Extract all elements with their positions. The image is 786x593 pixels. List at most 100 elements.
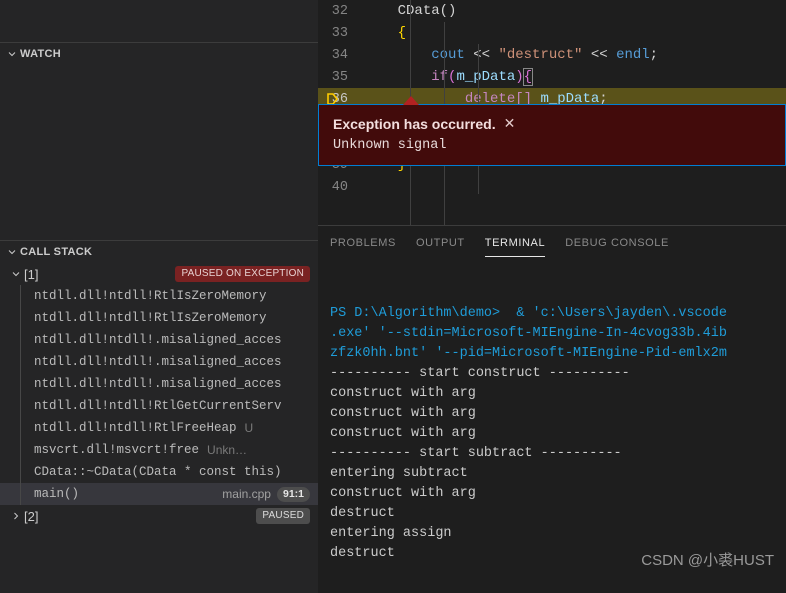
- terminal-line: construct with arg: [330, 484, 786, 504]
- call-stack-frame[interactable]: ntdll.dll!ntdll!RtlGetCurrentServ: [0, 395, 318, 417]
- call-stack-frames: ntdll.dll!ntdll!RtlIsZeroMemory ntdll.dll…: [0, 285, 318, 505]
- line-number: 35: [318, 70, 364, 85]
- frame-name: ntdll.dll!ntdll!RtlIsZeroMemory: [34, 289, 267, 303]
- frame-name: ntdll.dll!ntdll!RtlFreeHeap: [34, 421, 237, 435]
- terminal-line: construct with arg: [330, 384, 786, 404]
- thread-label: [1]: [24, 267, 38, 282]
- call-stack-frame[interactable]: CData::~CData(CData * const this): [0, 461, 318, 483]
- code-token: CData(): [398, 3, 457, 19]
- call-stack-frame[interactable]: ntdll.dll!ntdll!RtlIsZeroMemory: [0, 307, 318, 329]
- chevron-right-icon[interactable]: [8, 508, 24, 524]
- indent-guide: [20, 307, 21, 329]
- code-token: m_pData: [456, 69, 515, 85]
- vscode-window: WATCH CALL STACK [1] PAUSED ON EXCEPTION…: [0, 0, 786, 593]
- call-stack-list: [1] PAUSED ON EXCEPTION ntdll.dll!ntdll!…: [0, 263, 318, 541]
- code-token: ): [515, 69, 523, 85]
- indent-guide: [20, 417, 21, 439]
- code-token: {: [524, 69, 532, 85]
- code-token: {: [398, 25, 406, 41]
- code-lines: 32 CData()33 {34 cout << "destruct" << e…: [318, 0, 786, 198]
- call-stack-frame[interactable]: ntdll.dll!ntdll!.misaligned_acces: [0, 373, 318, 395]
- indent-guide: [20, 285, 21, 307]
- exception-widget[interactable]: Exception has occurred. ✕ Unknown signal: [318, 104, 786, 166]
- code-text: if(m_pData){: [364, 69, 532, 85]
- terminal-line: PS D:\Algorithm\demo> & 'c:\Users\jayden…: [330, 304, 786, 324]
- indent-guide: [20, 351, 21, 373]
- watch-label: WATCH: [20, 48, 61, 60]
- code-text: {: [364, 25, 406, 41]
- frame-extra-label: Unkn…: [207, 443, 247, 457]
- chevron-down-icon[interactable]: [4, 244, 20, 260]
- code-line[interactable]: 33 {: [318, 22, 786, 44]
- tab-debug-console[interactable]: DEBUG CONSOLE: [565, 226, 669, 260]
- code-editor[interactable]: 32 CData()33 {34 cout << "destruct" << e…: [318, 0, 786, 225]
- terminal-line: entering assign: [330, 524, 786, 544]
- exception-message: Unknown signal: [333, 138, 771, 153]
- indent-guide: [20, 395, 21, 417]
- code-line[interactable]: 40: [318, 176, 786, 198]
- terminal-output[interactable]: PS D:\Algorithm\demo> & 'c:\Users\jayden…: [318, 260, 786, 593]
- terminal-line: ---------- start subtract ----------: [330, 444, 786, 464]
- exception-title: Exception has occurred.: [333, 116, 496, 132]
- frame-name: msvcrt.dll!msvcrt!free: [34, 443, 199, 457]
- tab-terminal[interactable]: TERMINAL: [485, 226, 545, 260]
- call-stack-frame[interactable]: msvcrt.dll!msvcrt!free Unkn…: [0, 439, 318, 461]
- status-badge: PAUSED ON EXCEPTION: [175, 266, 310, 282]
- line-number: 32: [318, 4, 364, 19]
- terminal-line: destruct: [330, 544, 786, 564]
- code-token: cout: [431, 47, 465, 63]
- code-token: ;: [650, 47, 658, 63]
- status-badge: PAUSED: [256, 508, 310, 524]
- code-token: [364, 47, 431, 63]
- chevron-down-icon[interactable]: [4, 46, 20, 62]
- terminal-line: ---------- start construct ----------: [330, 364, 786, 384]
- indent-guide: [20, 373, 21, 395]
- indent-guide: [20, 439, 21, 461]
- indent-guide: [20, 461, 21, 483]
- watch-section-header[interactable]: WATCH: [0, 43, 318, 65]
- terminal-line: destruct: [330, 504, 786, 524]
- call-stack-frame[interactable]: ntdll.dll!ntdll!.misaligned_acces: [0, 351, 318, 373]
- terminal-line: zfzk0hh.bnt' '--pid=Microsoft-MIEngine-P…: [330, 344, 786, 364]
- exception-pointer: [403, 96, 419, 105]
- thread-label: [2]: [24, 509, 38, 524]
- frame-name: ntdll.dll!ntdll!.misaligned_acces: [34, 355, 282, 369]
- frame-name: ntdll.dll!ntdll!RtlIsZeroMemory: [34, 311, 267, 325]
- code-token: [364, 25, 398, 41]
- terminal-line: entering subtract: [330, 464, 786, 484]
- call-stack-section-header[interactable]: CALL STACK: [0, 241, 318, 263]
- terminal-lines: PS D:\Algorithm\demo> & 'c:\Users\jayden…: [330, 304, 786, 564]
- code-text: cout << "destruct" << endl;: [364, 47, 658, 63]
- tab-problems[interactable]: PROBLEMS: [330, 226, 396, 260]
- indent-guide: [20, 329, 21, 351]
- frame-name: main(): [34, 487, 79, 501]
- close-icon[interactable]: ✕: [504, 115, 516, 132]
- code-token: <<: [582, 47, 616, 63]
- terminal-line: construct with arg: [330, 404, 786, 424]
- line-number: 34: [318, 48, 364, 63]
- call-stack-label: CALL STACK: [20, 246, 92, 258]
- code-line[interactable]: 35 if(m_pData){: [318, 66, 786, 88]
- call-stack-thread-next[interactable]: [0, 527, 318, 541]
- frame-name: ntdll.dll!ntdll!RtlGetCurrentServ: [34, 399, 282, 413]
- line-number: 33: [318, 26, 364, 41]
- call-stack-thread-1[interactable]: [1] PAUSED ON EXCEPTION: [0, 263, 318, 285]
- call-stack-frame[interactable]: ntdll.dll!ntdll!RtlIsZeroMemory: [0, 285, 318, 307]
- code-token: <<: [465, 47, 499, 63]
- code-token: "destruct": [498, 47, 582, 63]
- debug-sidebar: WATCH CALL STACK [1] PAUSED ON EXCEPTION…: [0, 0, 318, 593]
- frame-name: ntdll.dll!ntdll!.misaligned_acces: [34, 333, 282, 347]
- frame-extra-label: U: [245, 421, 254, 435]
- watch-list[interactable]: [0, 65, 318, 240]
- call-stack-thread-2[interactable]: [2] PAUSED: [0, 505, 318, 527]
- tab-output[interactable]: OUTPUT: [416, 226, 465, 260]
- call-stack-frame[interactable]: ntdll.dll!ntdll!.misaligned_acces: [0, 329, 318, 351]
- frame-name: ntdll.dll!ntdll!.misaligned_acces: [34, 377, 282, 391]
- frame-line-badge: 91:1: [277, 487, 310, 502]
- code-line[interactable]: 32 CData(): [318, 0, 786, 22]
- call-stack-frame[interactable]: ntdll.dll!ntdll!RtlFreeHeap U: [0, 417, 318, 439]
- chevron-down-icon[interactable]: [8, 266, 24, 282]
- code-line[interactable]: 34 cout << "destruct" << endl;: [318, 44, 786, 66]
- call-stack-frame[interactable]: main()main.cpp91:1: [0, 483, 318, 505]
- exception-title-row: Exception has occurred. ✕: [333, 115, 771, 132]
